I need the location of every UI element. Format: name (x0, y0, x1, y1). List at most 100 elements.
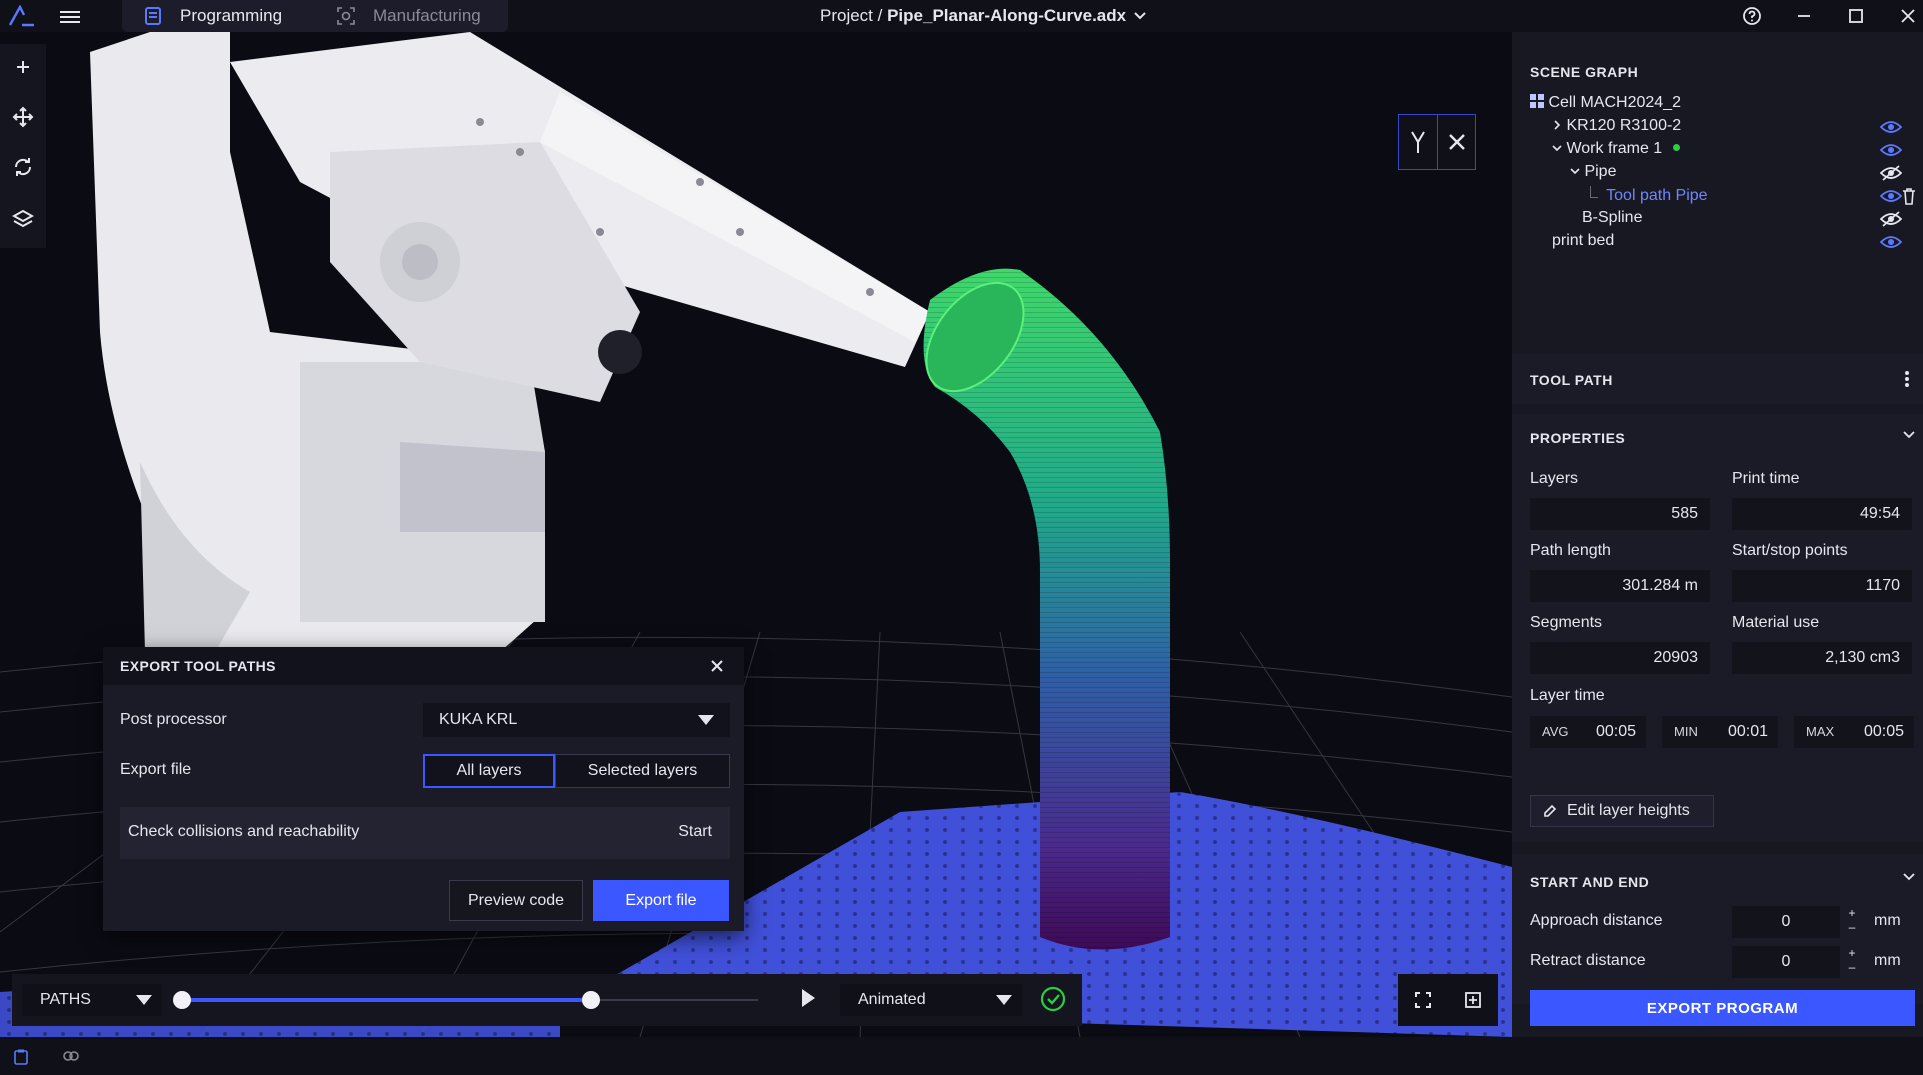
play-icon[interactable] (802, 989, 815, 1007)
minimize-icon[interactable] (1792, 4, 1816, 28)
trash-icon[interactable] (1902, 187, 1916, 205)
start-stop-label: Start/stop points (1732, 542, 1848, 559)
tree-item-work-frame[interactable]: Work frame 1 (1552, 140, 1680, 162)
menu-icon[interactable] (60, 8, 80, 24)
link-icon[interactable] (62, 1050, 80, 1062)
caret-down-icon (698, 715, 714, 725)
timeline-bar: PATHS Animated (12, 974, 1082, 1026)
min-value: 00:01 (1727, 723, 1768, 740)
tree-connector (1590, 186, 1598, 198)
tool-x-icon[interactable] (1437, 115, 1475, 169)
approach-distance-input[interactable]: 0 (1732, 906, 1840, 938)
retract-unit: mm (1874, 952, 1901, 969)
fit-view-icon[interactable] (1448, 974, 1498, 1026)
layers-icon[interactable] (8, 204, 38, 234)
segments-label: Segments (1530, 614, 1603, 631)
retract-distance-input[interactable]: 0 (1732, 946, 1840, 978)
export-program-button[interactable]: EXPORT PROGRAM (1530, 990, 1915, 1026)
grid-icon (1530, 94, 1544, 108)
paths-select[interactable]: PATHS (22, 984, 162, 1016)
caret-down-icon (136, 995, 152, 1005)
chevron-right-icon[interactable] (1552, 120, 1562, 130)
export-file-label: Export file (120, 761, 192, 778)
post-processor-value: KUKA KRL (439, 711, 518, 728)
print-time-value: 49:54 (1732, 498, 1912, 530)
layers-label: Layers (1530, 470, 1579, 487)
title-bar: Programming Manufacturing Project / Pipe… (0, 0, 1923, 32)
eye-icon[interactable] (1880, 142, 1902, 158)
avg-value: 00:05 (1595, 723, 1636, 740)
tool-path-title: TOOL PATH (1530, 372, 1613, 388)
paths-label: PATHS (40, 991, 91, 1008)
eye-icon[interactable] (1880, 119, 1902, 135)
selected-layers-option[interactable]: Selected layers (555, 754, 730, 788)
project-prefix: Project / (820, 6, 883, 25)
tab-manufacturing[interactable]: Manufacturing (315, 0, 508, 32)
chevron-down-icon[interactable] (1902, 872, 1916, 882)
chevron-down-icon[interactable] (1552, 143, 1562, 153)
eye-icon[interactable] (1880, 234, 1902, 250)
tab-manufacturing-label: Manufacturing (373, 6, 481, 25)
retract-distance-label: Retract distance (1530, 952, 1646, 969)
min-label: MIN (1674, 724, 1698, 739)
properties-header[interactable]: PROPERTIES (1512, 414, 1923, 462)
view-buttons (1398, 974, 1498, 1026)
approach-stepper[interactable]: + – (1844, 906, 1860, 938)
scene-graph-title: SCENE GRAPH (1530, 64, 1639, 80)
tree-item-bspline[interactable]: B-Spline (1582, 209, 1642, 231)
all-layers-option[interactable]: All layers (423, 754, 555, 788)
tree-item-work-frame-label: Work frame 1 (1566, 140, 1663, 157)
eye-icon[interactable] (1880, 188, 1902, 204)
collision-start-button[interactable]: Start (678, 823, 712, 841)
post-processor-select[interactable]: KUKA KRL (423, 703, 730, 737)
edit-layer-heights-button[interactable]: Edit layer heights (1530, 795, 1714, 827)
tree-item-tool-path[interactable]: Tool path Pipe (1590, 186, 1708, 208)
project-title[interactable]: Project / Pipe_Planar-Along-Curve.adx (820, 6, 1126, 26)
maximize-icon[interactable] (1844, 4, 1868, 28)
tree-item-print-bed[interactable]: print bed (1552, 232, 1614, 254)
start-end-title: START AND END (1530, 874, 1650, 890)
close-window-icon[interactable] (1896, 4, 1920, 28)
material-use-label: Material use (1732, 614, 1820, 631)
tool-y-icon[interactable] (1399, 115, 1437, 169)
collision-label: Check collisions and reachability (128, 823, 360, 840)
export-file-button[interactable]: Export file (593, 880, 729, 921)
path-length-value: 301.284 m (1530, 570, 1710, 602)
fullscreen-icon[interactable] (1398, 974, 1448, 1026)
app-logo-icon[interactable] (8, 5, 36, 27)
chevron-down-icon[interactable] (1570, 166, 1580, 176)
retract-stepper[interactable]: + – (1844, 946, 1860, 978)
more-vertical-icon[interactable] (1904, 370, 1910, 388)
caret-down-icon (996, 995, 1012, 1005)
close-icon[interactable] (707, 656, 727, 676)
tree-item-cell-label: Cell MACH2024_2 (1548, 94, 1681, 111)
eye-off-icon[interactable] (1880, 165, 1902, 181)
post-processor-label: Post processor (120, 711, 227, 728)
tree-item-bspline-label: B-Spline (1582, 209, 1643, 226)
chevron-down-icon[interactable] (1902, 430, 1916, 440)
start-stop-value: 1170 (1732, 570, 1912, 602)
tree-item-robot[interactable]: KR120 R3100-2 (1552, 117, 1681, 139)
chevron-down-icon[interactable] (1132, 8, 1148, 24)
scene-graph-section: SCENE GRAPH Cell MACH2024_2 KR120 R3100-… (1512, 32, 1923, 342)
slider-end-handle[interactable] (581, 991, 600, 1009)
move-icon[interactable] (8, 102, 38, 132)
preview-code-button[interactable]: Preview code (449, 880, 583, 921)
layer-time-avg: AVG 00:05 (1530, 716, 1646, 748)
tree-item-pipe[interactable]: Pipe (1570, 163, 1616, 185)
mode-tabs: Programming Manufacturing (122, 0, 508, 32)
dialog-title: EXPORT TOOL PATHS (120, 658, 276, 674)
clipboard-icon[interactable] (14, 1049, 28, 1065)
check-circle-icon (1040, 986, 1066, 1012)
slider-start-handle[interactable] (173, 991, 191, 1009)
playback-mode-select[interactable]: Animated (840, 984, 1022, 1016)
tree-item-cell[interactable]: Cell MACH2024_2 (1530, 94, 1681, 116)
rotate-icon[interactable] (8, 152, 38, 182)
eye-off-icon[interactable] (1880, 211, 1902, 227)
tab-programming[interactable]: Programming (122, 0, 315, 32)
layer-range-slider[interactable] (182, 998, 758, 1002)
project-name: Pipe_Planar-Along-Curve.adx (887, 6, 1127, 25)
properties-title: PROPERTIES (1530, 430, 1626, 446)
help-icon[interactable] (1740, 4, 1764, 28)
add-icon[interactable] (8, 52, 38, 82)
